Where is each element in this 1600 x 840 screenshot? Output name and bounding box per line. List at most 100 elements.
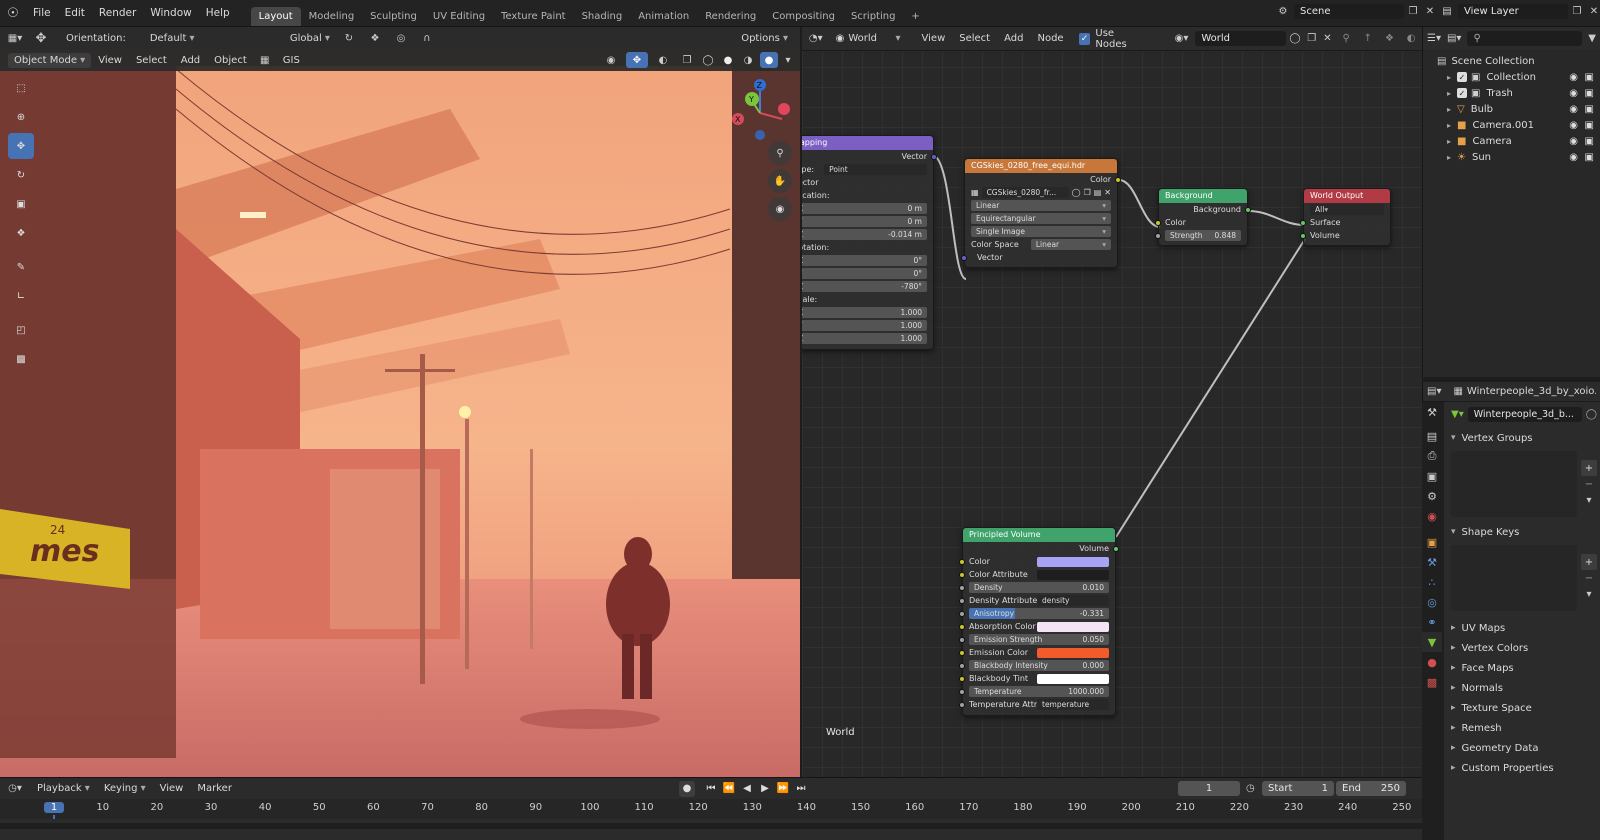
node-menu-select[interactable]: Select [952,33,997,44]
timeline-menu-marker[interactable]: Marker [190,783,239,794]
volume-input-socket[interactable] [959,701,965,708]
properties-type-icon[interactable]: ▤▾ [1427,386,1441,397]
vertex-groups-listbox[interactable] [1451,451,1577,517]
principled-volume-node[interactable]: Principled Volume Volume Color Color Attr… [959,527,1119,716]
image-browse-icon[interactable]: ▦ [971,188,979,197]
scene-collection-row[interactable]: ▤ Scene Collection [1437,53,1600,69]
shader-type-dropdown[interactable]: ◉ World [830,31,907,46]
preview-range-icon[interactable]: ◷ [1246,783,1255,794]
section-vertex-groups[interactable]: Vertex Groups [1451,428,1597,448]
new-image-icon[interactable]: ❐ [1084,188,1091,197]
mapping-vector-socket[interactable] [931,153,937,160]
open-image-icon[interactable]: ▤ [1094,188,1102,197]
outliner-row[interactable]: ▸ ▽ Bulb ◉ ▣ [1437,101,1600,117]
node-menu-node[interactable]: Node [1030,33,1070,44]
volume-input-socket[interactable] [959,584,965,591]
constraints-tab-icon[interactable]: ⚭ [1422,612,1442,632]
background-strength-socket[interactable] [1155,232,1161,239]
add-cube-tool[interactable]: ◰ [8,317,34,343]
solid-shading-icon[interactable]: ● [720,55,736,66]
tab-compositing[interactable]: Compositing [764,7,843,26]
world-fake-user-icon[interactable]: ◯ [1286,33,1304,44]
timeline-scrollbar[interactable] [0,823,1422,829]
scene-tab-icon[interactable]: ⚙ [1422,486,1442,506]
viewport-menu-view[interactable]: View [91,55,129,66]
transform-tool-icon[interactable]: ✥ [30,31,52,46]
snap-node-icon[interactable]: ❖ [1379,33,1401,44]
mapping-loc-z[interactable]: Z -0.014 m [802,229,927,240]
shape-key-menu-icon[interactable]: ▾ [1581,586,1597,602]
outliner-row[interactable]: ▸ ■ Camera.001 ◉ ▣ [1437,117,1600,133]
expand-arrow-icon[interactable]: ▸ [1447,89,1457,98]
volume-input-socket[interactable] [959,688,965,695]
render-camera-icon[interactable]: ▣ [1585,136,1594,147]
expand-arrow-icon[interactable]: ▸ [1447,105,1457,114]
environment-texture-node[interactable]: CGSkies_0280_free_equi.hdr Color ▦ CGSki… [961,158,1121,268]
background-node[interactable]: Background Background Color Strength 0.84… [1155,188,1251,246]
material-shading-icon[interactable]: ◑ [740,55,756,66]
env-color-socket[interactable] [1115,176,1121,183]
object-tab-icon[interactable]: ▣ [1422,532,1442,552]
viewport-menu-select[interactable]: Select [129,55,174,66]
proportional-edit-icon[interactable]: ◎ [388,33,414,44]
render-camera-icon[interactable]: ▣ [1585,120,1594,131]
world-tab-icon[interactable]: ◉ [1422,506,1442,526]
properties-section[interactable]: Geometry Data [1451,738,1597,758]
volume-number-field[interactable]: Emission Strength 0.050 [969,634,1109,645]
overlay-node-icon[interactable]: ◐ [1400,33,1422,44]
node-menu-add[interactable]: Add [997,33,1030,44]
viewport-menu-object[interactable]: Object [207,55,254,66]
material-tab-icon[interactable]: ● [1422,652,1442,672]
volume-color-swatch[interactable] [1037,647,1109,658]
menu-help[interactable]: Help [199,7,237,19]
world-browse-icon[interactable]: ◉▾ [1168,33,1196,44]
menu-file[interactable]: File [26,7,58,19]
mapping-rot-z[interactable]: Z -780° [802,281,927,292]
mesh-data-tab-icon[interactable]: ▼ [1422,632,1442,652]
physics-tab-icon[interactable]: ◎ [1422,592,1442,612]
properties-section[interactable]: UV Maps [1451,618,1597,638]
env-vector-socket[interactable] [961,254,967,261]
overlays-icon[interactable]: ◐ [652,55,674,66]
view-layer-tab-icon[interactable]: ▣ [1422,466,1442,486]
properties-section[interactable]: Face Maps [1451,658,1597,678]
unlink-image-icon[interactable]: ✕ [1104,188,1111,197]
vertex-group-menu-icon[interactable]: ▾ [1581,492,1597,508]
volume-out-socket[interactable] [1113,545,1119,552]
visibility-icon[interactable]: ◉ [600,55,622,66]
display-mode-icon[interactable]: ▤▾ [1447,33,1461,44]
env-source-dropdown[interactable]: Single Image [971,226,1111,237]
shading-options-icon[interactable]: ▾ [782,55,794,66]
timeline-body[interactable] [0,819,1422,840]
snap-icon[interactable]: ❖ [362,33,388,44]
add-vertex-group-icon[interactable]: + [1581,460,1597,476]
volume-number-field[interactable]: Anisotropy -0.331 [969,608,1109,619]
properties-section[interactable]: Normals [1451,678,1597,698]
world-name-field[interactable]: World [1195,31,1287,46]
gis-menu[interactable]: GIS [276,55,307,66]
cursor-tool[interactable]: ⊕ [8,104,34,130]
volume-input-socket[interactable] [959,597,965,604]
world-output-surface-socket[interactable] [1300,219,1306,226]
mesh-name-field[interactable]: Winterpeople_3d_b... [1467,406,1582,422]
expand-arrow-icon[interactable]: ▸ [1447,153,1457,162]
start-frame-field[interactable]: Start 1 [1262,781,1334,796]
record-icon[interactable]: ● [678,780,695,797]
jump-start-icon[interactable]: ⏮ [703,783,719,794]
visibility-eye-icon[interactable]: ◉ [1569,120,1578,131]
current-frame-field[interactable]: 1 [1178,781,1240,796]
render-camera-icon[interactable]: ▣ [1585,72,1594,83]
volume-number-field[interactable]: Temperature 1000.000 [969,686,1109,697]
select-box-tool[interactable]: ⬚ [8,75,34,101]
xray-icon[interactable]: ❐ [678,55,696,66]
editor-type-icon[interactable]: ▦▾ [0,33,30,44]
output-tab-icon[interactable]: ⎙ [1422,446,1442,466]
volume-color-swatch[interactable] [1037,621,1109,632]
world-new-icon[interactable]: ❐ [1304,33,1320,44]
render-camera-icon[interactable]: ▣ [1585,104,1594,115]
background-strength-field[interactable]: Strength 0.848 [1165,230,1241,241]
annotate-tool[interactable]: ✎ [8,254,34,280]
visibility-eye-icon[interactable]: ◉ [1569,72,1578,83]
shape-keys-listbox[interactable] [1451,545,1577,611]
outliner-row[interactable]: ▸ ■ Camera ◉ ▣ [1437,133,1600,149]
